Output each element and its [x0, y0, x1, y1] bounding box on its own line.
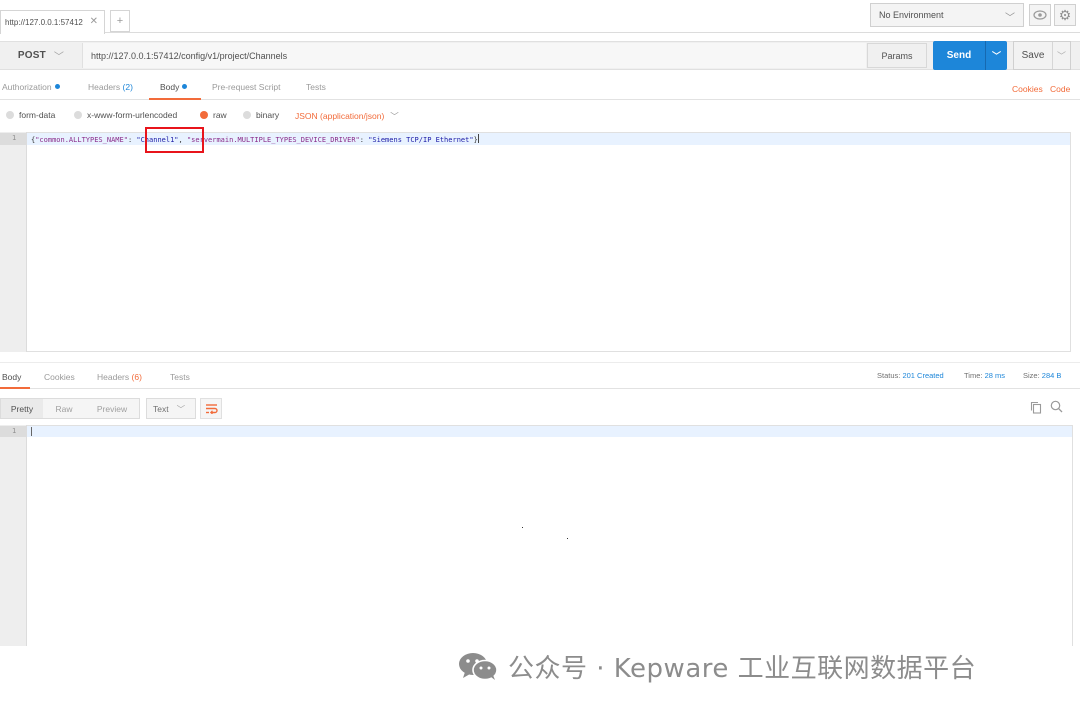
environment-select[interactable]: No Environment ﹀	[870, 3, 1024, 27]
chevron-down-icon: ﹀	[390, 111, 399, 121]
content-type-select[interactable]: JSON (application/json) ﹀	[295, 110, 399, 122]
text-cursor	[477, 134, 479, 143]
cookies-link[interactable]: Cookies	[1012, 84, 1043, 94]
send-options-chevron-icon[interactable]: ﹀	[985, 41, 1007, 70]
send-button-label: Send	[946, 50, 972, 61]
modified-dot-icon	[54, 84, 60, 89]
watermark-text: 公众号 · Kepware 工业互联网数据平台	[508, 654, 977, 684]
radio-urlencoded[interactable]: x-www-form-urlencoded	[74, 110, 177, 120]
request-tab-title: http://127.0.0.1:57412	[5, 18, 83, 27]
search-icon[interactable]	[1050, 400, 1063, 416]
active-tab-indicator	[149, 98, 201, 100]
method-select[interactable]: POST ﹀	[4, 43, 78, 68]
response-tab-cookies[interactable]: Cookies	[44, 372, 75, 382]
response-format-group: Pretty Raw Preview	[0, 398, 140, 419]
size-label: Size:	[1023, 371, 1040, 380]
size-indicator: Size: 284 B	[1023, 371, 1061, 380]
json-value: "Siemens TCP/IP Ethernet"	[368, 136, 474, 144]
radio-circle-icon	[6, 111, 14, 119]
tab-authorization[interactable]: Authorization	[2, 82, 60, 92]
json-key: "servermain.MULTIPLE_TYPES_DEVICE_DRIVER…	[186, 136, 360, 144]
save-options-chevron-icon[interactable]: ﹀	[1052, 42, 1070, 69]
radio-circle-icon	[243, 111, 251, 119]
content-type-value: JSON (application/json)	[295, 111, 385, 121]
wrap-lines-icon	[205, 404, 218, 414]
time-indicator: Time: 28 ms	[964, 371, 1005, 380]
active-tab-indicator	[0, 387, 30, 389]
radio-urlencoded-label: x-www-form-urlencoded	[87, 110, 178, 120]
tab-body[interactable]: Body	[160, 82, 188, 92]
radio-form-data-label: form-data	[19, 110, 56, 120]
line-number: 1	[12, 427, 17, 435]
time-label: Time:	[964, 371, 983, 380]
tab-headers-count: (2)	[122, 82, 133, 92]
pretty-button[interactable]: Pretty	[1, 399, 43, 418]
method-value: POST	[17, 50, 46, 61]
status-indicator: Status: 201 Created	[877, 371, 944, 380]
response-language-value: Text	[153, 403, 169, 414]
chevron-down-icon: ﹀	[1005, 13, 1015, 24]
json-colon: :	[359, 136, 369, 144]
response-tab-tests[interactable]: Tests	[170, 372, 190, 382]
radio-raw-label: raw	[213, 110, 227, 120]
request-body-editor[interactable]	[0, 132, 1071, 352]
request-body-code[interactable]: {"common.ALLTYPES_NAME": "Channel1", "se…	[31, 134, 479, 145]
editor-gutter	[0, 132, 27, 352]
pixel-speck	[522, 527, 523, 528]
response-tab-headers[interactable]: Headers (6)	[97, 372, 142, 382]
radio-binary[interactable]: binary	[243, 110, 279, 120]
tab-body-label: Body	[160, 82, 180, 92]
active-line-highlight	[27, 426, 1072, 437]
response-tab-headers-count: (6)	[131, 372, 142, 382]
environment-quick-look-button[interactable]	[1029, 4, 1051, 26]
preview-button[interactable]: Preview	[85, 399, 139, 418]
raw-button[interactable]: Raw	[43, 399, 85, 418]
save-button-label: Save	[1021, 50, 1045, 61]
eye-icon	[1033, 10, 1047, 20]
radio-form-data[interactable]: form-data	[6, 110, 55, 120]
response-tab-headers-label: Headers	[97, 372, 130, 382]
highlight-annotation-box	[145, 127, 204, 153]
wechat-logo-icon	[459, 653, 498, 681]
tab-headers[interactable]: Headers (2)	[88, 82, 133, 92]
save-button[interactable]: Save ﹀	[1013, 41, 1071, 70]
request-tab[interactable]: http://127.0.0.1:57412 ✕	[0, 10, 105, 34]
code-link[interactable]: Code	[1050, 84, 1070, 94]
environment-select-value: No Environment	[879, 10, 944, 20]
size-value: 284 B	[1041, 371, 1062, 380]
modified-dot-icon	[182, 84, 188, 89]
copy-icon[interactable]	[1030, 401, 1042, 417]
json-key: "common.ALLTYPES_NAME"	[35, 136, 128, 144]
tab-authorization-label: Authorization	[2, 82, 52, 92]
wrap-lines-button[interactable]	[200, 398, 222, 419]
chevron-down-icon: ﹀	[53, 52, 65, 63]
params-button[interactable]: Params	[867, 43, 927, 68]
send-button[interactable]: Send ﹀	[933, 41, 1007, 70]
status-label: Status:	[877, 371, 901, 380]
radio-selected-icon	[200, 111, 208, 119]
radio-circle-icon	[74, 111, 82, 119]
chevron-down-icon: ﹀	[176, 403, 186, 414]
url-input[interactable]: http://127.0.0.1:57412/config/v1/project…	[82, 43, 866, 68]
gear-icon: ⚙	[1058, 6, 1072, 23]
text-cursor	[31, 427, 32, 436]
time-value: 28 ms	[984, 371, 1006, 380]
manage-environments-button[interactable]: ⚙	[1054, 4, 1076, 26]
tab-headers-label: Headers	[88, 82, 121, 92]
pixel-speck	[567, 538, 568, 539]
radio-raw[interactable]: raw	[200, 110, 227, 120]
radio-binary-label: binary	[256, 110, 280, 120]
close-icon[interactable]: ✕	[90, 16, 98, 27]
line-number: 1	[12, 134, 17, 142]
editor-gutter	[0, 425, 27, 647]
response-body-viewer[interactable]	[0, 425, 1073, 647]
response-language-select[interactable]: Text ﹀	[146, 398, 196, 419]
new-tab-button[interactable]: +	[110, 10, 130, 32]
tab-tests[interactable]: Tests	[306, 82, 326, 92]
response-tab-body[interactable]: Body	[2, 372, 21, 382]
status-value: 201 Created	[902, 371, 944, 380]
tab-pre-request-script[interactable]: Pre-request Script	[212, 82, 281, 92]
